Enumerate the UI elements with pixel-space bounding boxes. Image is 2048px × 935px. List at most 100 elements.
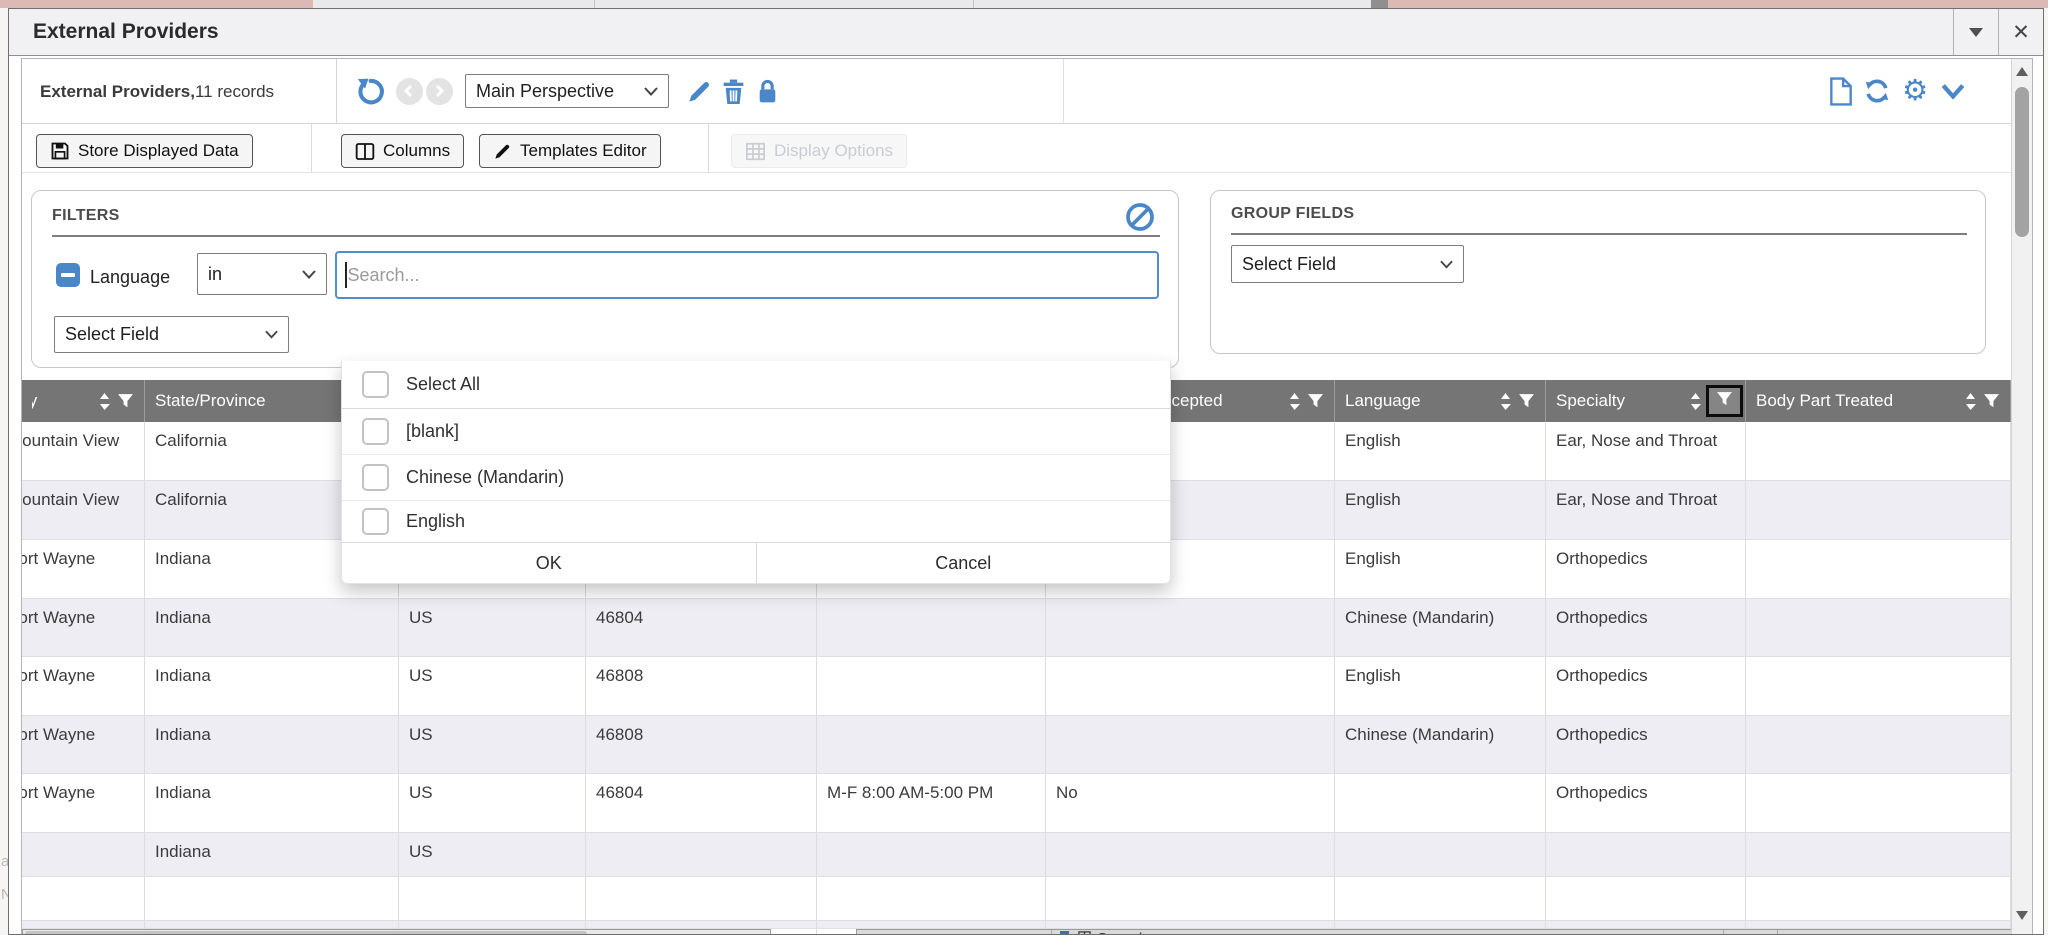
table-cell[interactable] [1046, 716, 1335, 773]
table-cell[interactable] [817, 599, 1046, 656]
table-cell[interactable]: Orthopedics [1546, 774, 1746, 832]
table-cell[interactable]: Indiana [145, 774, 399, 832]
table-cell[interactable]: M-F 8:00 AM-5:00 PM [817, 774, 1046, 832]
delete-perspective-icon[interactable] [717, 74, 749, 108]
table-cell[interactable]: US [399, 833, 586, 876]
checkbox-icon[interactable] [362, 371, 389, 398]
table-cell[interactable] [1746, 716, 2011, 773]
horizontal-scrollbar-thumb[interactable] [25, 931, 587, 935]
table-row[interactable]: IndianaUS [22, 833, 2011, 877]
table-cell[interactable] [1335, 833, 1546, 876]
table-cell[interactable]: Fort Wayne [22, 599, 145, 656]
lock-perspective-icon[interactable] [751, 74, 783, 108]
table-cell[interactable] [817, 657, 1046, 715]
table-cell[interactable] [1046, 599, 1335, 656]
table-cell[interactable] [1046, 877, 1335, 920]
vertical-scrollbar[interactable] [2011, 59, 2032, 935]
table-cell[interactable] [1746, 774, 2011, 832]
table-cell[interactable] [1046, 833, 1335, 876]
edit-perspective-icon[interactable] [683, 74, 715, 108]
filter-funnel-icon[interactable] [1716, 391, 1733, 408]
history-back-icon[interactable] [393, 74, 425, 108]
column-header-specialty[interactable]: Specialty [1546, 380, 1746, 422]
table-cell[interactable] [1746, 877, 2011, 920]
clear-filters-icon[interactable] [1124, 201, 1156, 233]
sort-icon[interactable] [1965, 393, 1976, 410]
filter-funnel-icon[interactable] [117, 393, 134, 410]
table-cell[interactable] [1746, 481, 2011, 539]
filter-funnel-icon[interactable] [1518, 393, 1535, 410]
dialog-menu-button[interactable] [1953, 9, 1998, 55]
dropdown-option-chinese-mandarin-[interactable]: Chinese (Mandarin) [342, 454, 1170, 500]
sort-icon[interactable] [1289, 393, 1300, 410]
footer-search-label[interactable]: Search [1097, 931, 1148, 935]
table-cell[interactable]: English [1335, 540, 1546, 598]
table-cell[interactable]: English [1335, 481, 1546, 539]
table-cell[interactable]: No [1046, 774, 1335, 832]
history-forward-icon[interactable] [423, 74, 455, 108]
select-all-option[interactable]: Select All [342, 361, 1170, 408]
sort-icon[interactable] [1690, 393, 1701, 410]
table-cell[interactable] [1746, 599, 2011, 656]
footer-tool-icon[interactable]: ✕ [1737, 931, 1749, 935]
table-cell[interactable] [817, 833, 1046, 876]
table-cell[interactable]: Fort Wayne [22, 774, 145, 832]
focused-filter-funnel[interactable] [1706, 385, 1743, 417]
horizontal-scrollbar[interactable] [22, 929, 771, 935]
group-field-select[interactable]: Select Field [1231, 245, 1464, 283]
table-cell[interactable] [22, 833, 145, 876]
table-cell[interactable]: Chinese (Mandarin) [1335, 716, 1546, 773]
table-cell[interactable]: Indiana [145, 833, 399, 876]
table-cell[interactable]: Orthopedics [1546, 657, 1746, 715]
column-header-city[interactable]: City [22, 380, 145, 422]
table-cell[interactable]: English [1335, 422, 1546, 480]
table-cell[interactable] [1746, 833, 2011, 876]
filter-operator-select[interactable]: in [197, 253, 327, 295]
table-cell[interactable]: Mountain View [22, 481, 145, 539]
table-cell[interactable]: Ear, Nose and Throat [1546, 422, 1746, 480]
table-cell[interactable]: Indiana [145, 716, 399, 773]
table-cell[interactable] [817, 877, 1046, 920]
sort-icon[interactable] [99, 393, 110, 410]
scroll-down-icon[interactable] [2016, 911, 2028, 920]
templates-editor-button[interactable]: Templates Editor [479, 134, 661, 168]
table-cell[interactable]: Chinese (Mandarin) [1335, 599, 1546, 656]
column-header-body-part-treated[interactable]: Body Part Treated [1746, 380, 2011, 422]
table-cell[interactable]: Indiana [145, 599, 399, 656]
store-displayed-data-button[interactable]: Store Displayed Data [36, 134, 253, 168]
table-cell[interactable]: US [399, 774, 586, 832]
perspective-select[interactable]: Main Perspective [465, 74, 669, 108]
table-cell[interactable]: Fort Wayne [22, 716, 145, 773]
table-cell[interactable]: 46808 [586, 716, 817, 773]
sort-icon[interactable] [1500, 393, 1511, 410]
table-cell[interactable] [817, 716, 1046, 773]
table-cell[interactable] [1746, 540, 2011, 598]
columns-button[interactable]: Columns [341, 134, 464, 168]
checkbox-icon[interactable] [362, 508, 389, 535]
table-row[interactable]: Fort WayneIndianaUS46808Chinese (Mandari… [22, 716, 2011, 774]
dropdown-cancel-button[interactable]: Cancel [757, 543, 1171, 583]
table-cell[interactable]: 46804 [586, 774, 817, 832]
table-cell[interactable] [1746, 657, 2011, 715]
table-cell[interactable]: Orthopedics [1546, 716, 1746, 773]
undo-icon[interactable] [353, 74, 385, 108]
table-cell[interactable]: 46808 [586, 657, 817, 715]
table-cell[interactable] [399, 877, 586, 920]
table-cell[interactable]: Mountain View [22, 422, 145, 480]
filter-enabled-checkbox[interactable] [56, 263, 80, 287]
table-cell[interactable]: Orthopedics [1546, 599, 1746, 656]
scroll-up-icon[interactable] [2016, 67, 2028, 76]
settings-gear-icon[interactable]: ⚙ [1899, 74, 1931, 108]
table-cell[interactable]: US [399, 657, 586, 715]
checkbox-icon[interactable] [362, 418, 389, 445]
table-row[interactable]: Fort WayneIndianaUS46808EnglishOrthopedi… [22, 657, 2011, 716]
filter-search-input[interactable]: Search... [335, 251, 1159, 299]
table-cell[interactable]: Indiana [145, 657, 399, 715]
table-cell[interactable] [1046, 657, 1335, 715]
table-cell[interactable]: Orthopedics [1546, 540, 1746, 598]
dialog-close-button[interactable]: ✕ [1998, 9, 2043, 55]
footer-warning-icon[interactable]: △ [1791, 931, 1802, 935]
table-cell[interactable] [1746, 422, 2011, 480]
table-cell[interactable]: Fort Wayne [22, 540, 145, 598]
table-cell[interactable] [1546, 833, 1746, 876]
